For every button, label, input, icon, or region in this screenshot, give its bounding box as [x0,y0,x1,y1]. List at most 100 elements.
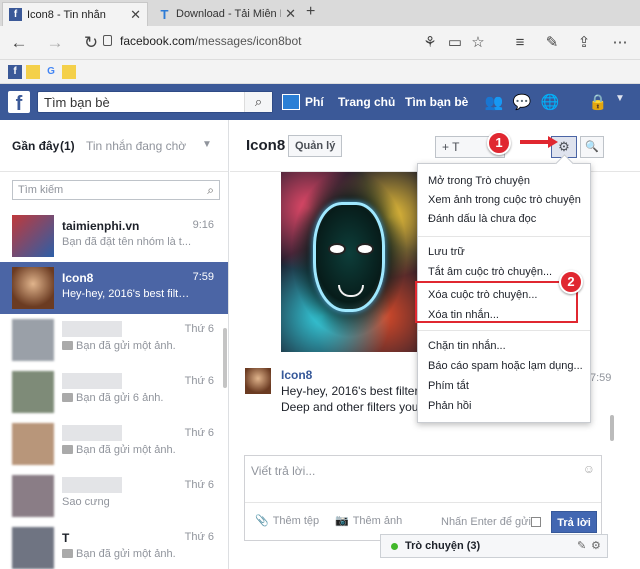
attach-photo-button[interactable]: 📷 Thêm ảnh [335,514,402,527]
forward-icon[interactable]: → [44,32,66,54]
refresh-icon[interactable]: ↻ [80,32,102,54]
conversation-item[interactable]: taimienphi.vn Bạn đã đặt tên nhóm là t..… [0,210,228,262]
thread-title: Icon8 [246,137,286,154]
account-menu-chevron-icon[interactable]: ▼ [610,93,630,104]
menu-item-feedback[interactable]: Phản hồi [428,400,471,412]
promo-icon[interactable] [282,94,300,110]
reading-view-icon[interactable]: ▭ [445,32,465,54]
chevron-down-icon[interactable]: ▼ [202,139,212,150]
address-bar: ← → ↻ facebook.com/messages/icon8bot ⚘ ▭… [0,26,640,60]
conversation-name: T [62,531,70,545]
message-sender[interactable]: Icon8 [281,368,312,382]
url-host: facebook.com [120,34,195,48]
messages-icon[interactable]: 💬 [512,93,532,111]
message-photo[interactable] [281,172,417,352]
menu-item-archive[interactable]: Lưu trữ [428,246,465,258]
lock-icon [103,35,112,46]
nav-fee[interactable]: Phí [305,95,324,109]
avatar[interactable] [245,368,271,394]
conversation-snippet: Bạn đã gửi một ảnh. [62,444,192,456]
google-favorite-icon[interactable]: G [44,65,58,79]
attach-file-button[interactable]: 📎 Thêm tệp [255,514,319,527]
favorite-star-icon[interactable]: ☆ [468,32,488,54]
conversation-time: Thứ 6 [184,375,214,387]
menu-item-block-messages[interactable]: Chặn tin nhắn... [428,340,506,352]
tab-title: Download - Tải Miễn Phí VN [176,8,281,20]
thread-scrollbar[interactable] [610,415,614,441]
step-1-badge: 1 [487,131,511,155]
conversation-item[interactable]: Bạn đã gửi 6 ảnh. Thứ 6 [0,366,228,418]
avatar [12,423,54,465]
search-icon[interactable]: ⌕ [244,92,272,112]
nav-find-friends[interactable]: Tìm bạn bè [405,95,468,109]
hub-menu-icon[interactable]: ≡ [510,32,530,54]
menu-item-view-photos[interactable]: Xem ảnh trong cuộc trò chuyện [428,194,581,206]
chat-sidebar-bar[interactable]: Trò chuyện (3) ✎ ⚙ [380,534,608,558]
reply-button[interactable]: Trả lời [551,511,597,533]
avatar [12,371,54,413]
conversation-item[interactable]: Bạn đã gửi một ảnh. Thứ 6 [0,418,228,470]
search-icon: ⌕ [207,183,214,197]
taimienphi-favicon-icon: T [160,6,169,22]
conversation-list-scrollbar[interactable] [223,328,227,388]
conversation-item[interactable]: Sao cưng Thứ 6 [0,470,228,522]
online-status-icon [391,543,398,550]
conversation-list-panel: Gần đây (1) Tin nhắn đang chờ ▼ Tìm kiếm… [0,120,229,569]
more-icon[interactable]: ⋯ [610,32,630,54]
friend-requests-icon[interactable]: 👥 [484,93,504,111]
url-field[interactable]: facebook.com/messages/icon8bot [120,34,301,48]
tab-title: Icon8 - Tin nhắn [27,8,106,21]
emoji-icon[interactable]: ☺ [583,462,595,476]
folder-icon[interactable] [62,65,76,79]
folder-icon[interactable] [26,65,40,79]
recent-tab[interactable]: Gần đây [12,139,59,153]
reply-composer: Viết trả lời... ☺ 📎 Thêm tệp 📷 Thêm ảnh Nh… [244,455,602,541]
conversation-time: Thứ 6 [184,323,214,335]
face-artwork [313,202,385,312]
search-icon[interactable]: 🔍 [580,136,604,158]
facebook-header: f Tìm bạn bè ⌕ Phí Trang chủ Tìm bạn bè … [0,84,640,120]
conversation-item[interactable]: T Bạn đã gửi một ảnh. Thứ 6 [0,522,228,569]
share-icon[interactable]: ⇪ [574,32,594,54]
close-tab-icon[interactable]: ✕ [285,6,296,22]
enter-to-send-checkbox[interactable] [531,517,541,527]
avatar [12,267,54,309]
tab-download[interactable]: T Download - Tải Miễn Phí VN ✕ [152,2,302,26]
close-tab-icon[interactable]: ✕ [130,7,141,23]
pending-messages-tab[interactable]: Tin nhắn đang chờ [86,139,186,153]
menu-item-report-spam[interactable]: Báo cáo spam hoặc lạm dụng... [428,360,583,372]
arrow-to-gear [520,140,550,144]
notifications-globe-icon[interactable]: 🌐 [540,93,560,111]
photo-icon [62,549,73,558]
manage-button[interactable]: Quản lý [288,135,343,157]
menu-item-shortcuts[interactable]: Phím tắt [428,380,469,392]
photo-icon [62,445,73,454]
menu-item-open-in-chat[interactable]: Mở trong Trò chuyện [428,175,530,187]
back-icon[interactable]: ← [8,32,30,54]
facebook-favicon-icon: f [9,8,22,21]
menu-item-mute[interactable]: Tắt âm cuộc trò chuyện... [428,266,552,278]
new-tab-icon[interactable]: + [306,3,315,21]
tab-icon8-messages[interactable]: f Icon8 - Tin nhắn ✕ [2,2,148,26]
compose-icon[interactable]: ✎ [577,539,586,552]
conversation-snippet: Hey-hey, 2016's best filte... [62,288,192,300]
extension-icon[interactable]: ⚘ [420,32,440,54]
web-note-icon[interactable]: ✎ [542,32,562,54]
favorites-bar: f G [0,60,640,84]
facebook-favorite-icon[interactable]: f [8,65,22,79]
conversation-item[interactable]: Icon8 Hey-hey, 2016's best filte... 7:59 [0,262,228,314]
menu-item-mark-unread[interactable]: Đánh dấu là chưa đọc [428,213,536,225]
conversation-search-input[interactable]: Tìm kiếm ⌕ [12,180,220,200]
step-2-badge: 2 [559,270,583,294]
conversation-item[interactable]: Bạn đã gửi một ảnh. Thứ 6 [0,314,228,366]
divider [418,236,590,237]
privacy-shortcuts-icon[interactable]: 🔒 [588,93,608,111]
friend-search-input[interactable]: Tìm bạn bè ⌕ [37,91,273,113]
avatar [12,215,54,257]
reply-input[interactable]: Viết trả lời... [251,464,315,478]
blurred-name [62,373,122,389]
nav-home[interactable]: Trang chủ [338,95,395,109]
conversation-snippet: Bạn đã đặt tên nhóm là t... [62,236,192,248]
facebook-logo-icon[interactable]: f [8,91,30,115]
gear-icon[interactable]: ⚙ [591,539,601,552]
